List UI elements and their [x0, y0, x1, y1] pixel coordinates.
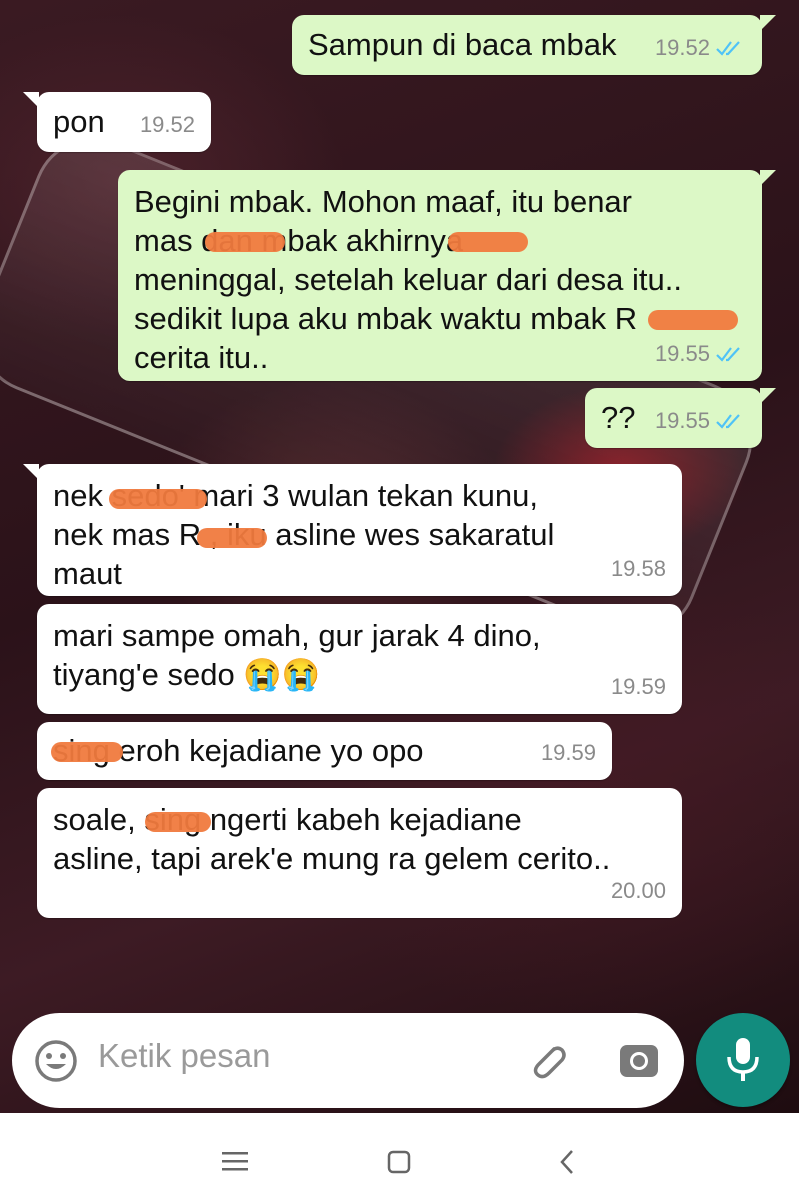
read-ticks-icon [716, 40, 740, 56]
message-meta: 19.59 [541, 733, 596, 772]
camera-icon[interactable] [616, 1037, 662, 1083]
back-icon[interactable] [558, 1149, 576, 1175]
redaction-mark [51, 742, 123, 762]
message-time: 20.00 [610, 878, 666, 903]
redaction-mark [197, 528, 267, 548]
message-time: 19.59 [540, 740, 596, 765]
message-meta: 20.00 [611, 871, 666, 910]
message-bubble-outgoing[interactable]: ?? 19.55 [585, 388, 776, 448]
menu-icon[interactable] [222, 1150, 248, 1172]
redaction-mark [205, 232, 285, 252]
message-bubble-incoming[interactable]: mari sampe omah, gur jarak 4 dino, tiyan… [37, 604, 682, 714]
message-text: mari sampe omah, gur jarak 4 dino, tiyan… [53, 618, 541, 692]
message-bubble-outgoing[interactable]: Sampun di baca mbak 19.52 [292, 15, 776, 75]
message-meta: 19.55 [655, 401, 746, 440]
read-ticks-icon [716, 346, 740, 362]
home-icon[interactable] [387, 1150, 411, 1174]
mic-icon [727, 1038, 759, 1081]
message-meta: 19.55 [655, 334, 746, 373]
message-meta: 19.52 [655, 28, 746, 67]
message-text: sing eroh kejadiane yo opo [53, 733, 424, 768]
message-text: soale, sing ngerti kabeh kejadiane aslin… [53, 802, 611, 876]
message-bubble-incoming[interactable]: nek sedo' mari 3 wulan tekan kunu, nek m… [23, 464, 682, 596]
message-meta: 19.58 [611, 549, 666, 588]
message-time: 19.55 [654, 408, 710, 433]
message-bubble-incoming[interactable]: sing eroh kejadiane yo opo 19.59 [37, 722, 612, 780]
message-bubble-incoming[interactable]: pon 19.52 [23, 92, 211, 152]
message-bubble-incoming[interactable]: soale, sing ngerti kabeh kejadiane aslin… [37, 788, 682, 918]
attach-icon[interactable] [524, 1037, 570, 1083]
read-ticks-icon [716, 413, 740, 429]
emoji-icon[interactable] [34, 1039, 78, 1083]
message-time: 19.59 [610, 674, 666, 699]
message-time: 19.52 [654, 35, 710, 60]
message-bubble-outgoing[interactable]: Begini mbak. Mohon maaf, itu benar mas d… [118, 170, 776, 381]
redaction-mark [109, 489, 207, 509]
message-input-bar[interactable]: Ketik pesan [12, 1013, 684, 1108]
message-input-placeholder[interactable]: Ketik pesan [98, 1037, 270, 1075]
message-meta: 19.52 [140, 105, 195, 144]
message-time: 19.58 [610, 556, 666, 581]
message-time: 19.55 [654, 341, 710, 366]
message-time: 19.52 [139, 112, 195, 137]
redaction-mark [648, 310, 738, 330]
redaction-mark [145, 812, 211, 832]
mic-button[interactable] [696, 1013, 790, 1107]
redaction-mark [448, 232, 528, 252]
message-meta: 19.59 [611, 667, 666, 706]
